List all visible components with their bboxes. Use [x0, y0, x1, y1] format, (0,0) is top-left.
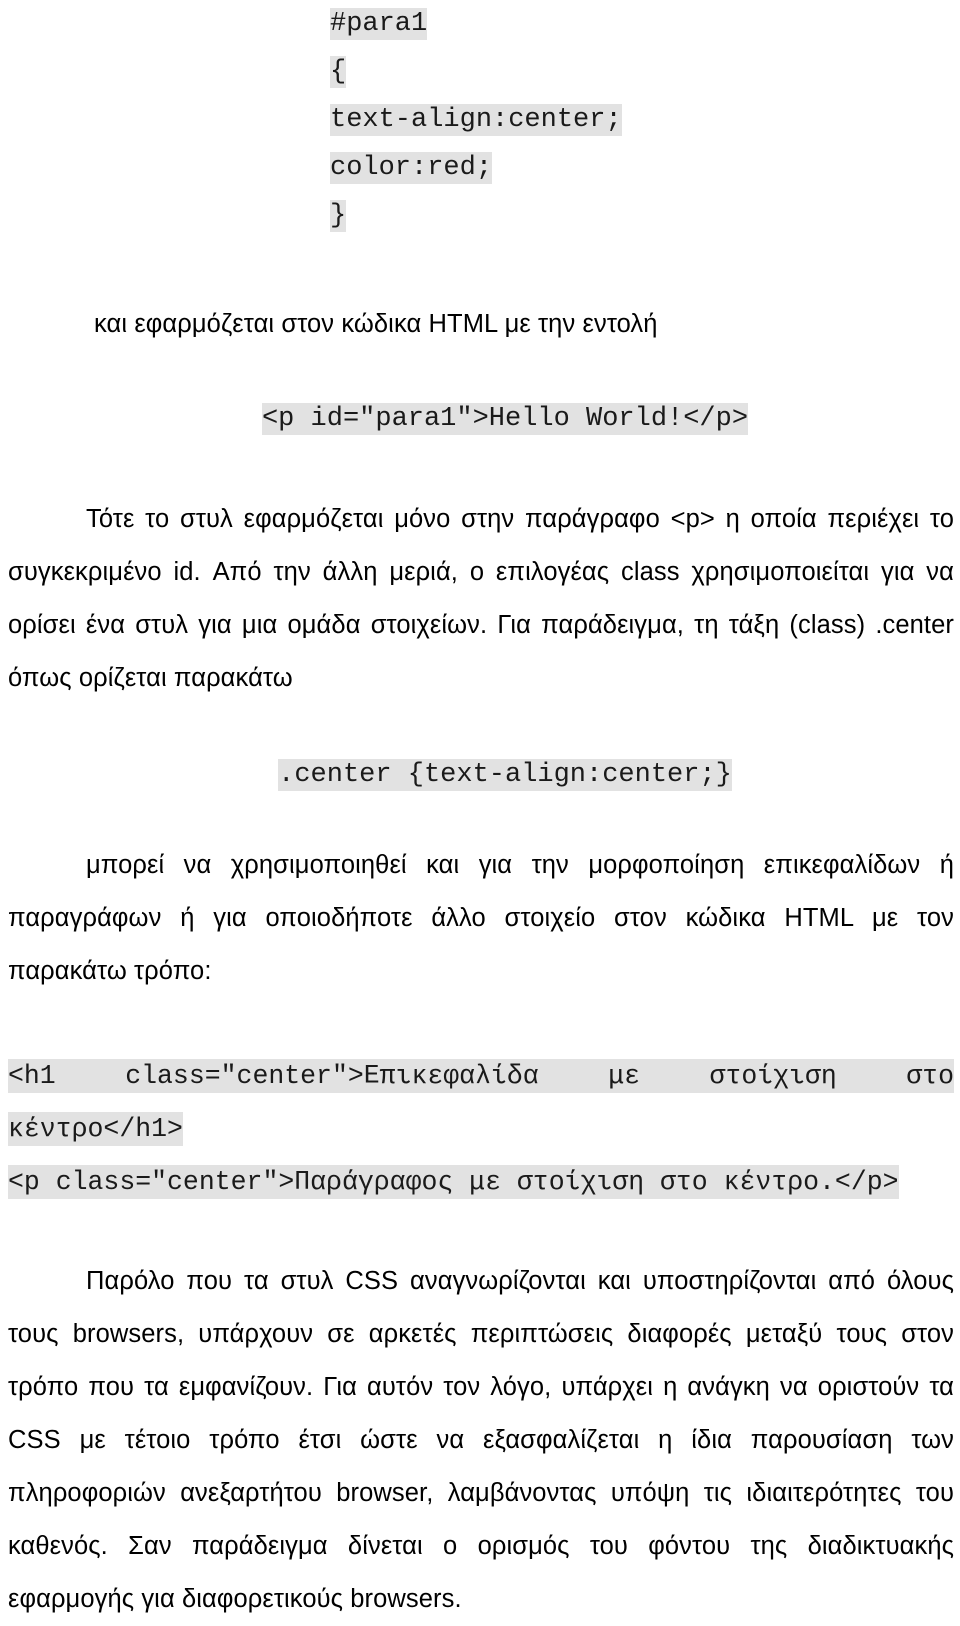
code-text: <p class="center">Παράγραφος με στοίχιση… — [8, 1165, 899, 1199]
css-rule-inline: .center {text-align:center;} — [278, 751, 732, 799]
code-line-selector: #para1 — [330, 0, 954, 48]
code-text: <h1 class="center">Επικεφαλίδα με στοίχι… — [8, 1059, 954, 1093]
paragraph-2: μπορεί να χρησιμοποιηθεί και για την μορ… — [8, 851, 954, 985]
code-line-open-brace: { — [330, 48, 954, 96]
css-rule-block: #para1 { text-align:center; color:red; } — [8, 0, 954, 240]
intro-line: και εφαρμόζεται στον κώδικα HTML με την … — [94, 310, 658, 338]
paragraph-3: Παρόλο που τα στυλ CSS αναγνωρίζονται κα… — [8, 1267, 954, 1613]
code-text: text-align:center; — [330, 104, 622, 136]
html-example-2-line-3: <p class="center">Παράγραφος με στοίχιση… — [8, 1156, 954, 1209]
html-example-2-line-2: κέντρο</h1> — [8, 1103, 954, 1156]
html-example-2-line-1: <h1 class="center">Επικεφαλίδα με στοίχι… — [8, 1050, 954, 1103]
document-page: #para1 { text-align:center; color:red; }… — [0, 0, 960, 1613]
code-line-color: color:red; — [330, 144, 954, 192]
html-example-1: <p id="para1">Hello World!</p> — [261, 395, 749, 443]
code-text: <p id="para1">Hello World!</p> — [261, 403, 749, 435]
code-text: } — [330, 200, 347, 232]
html-example-2-block: <h1 class="center">Επικεφαλίδα με στοίχι… — [8, 1050, 954, 1209]
code-line-close-brace: } — [330, 192, 954, 240]
code-text: .center {text-align:center;} — [278, 759, 732, 791]
intro-line-wrapper: και εφαρμόζεται στον κώδικα HTML με την … — [8, 298, 954, 351]
paragraph-1: Τότε το στυλ εφαρμόζεται μόνο στην παράγ… — [8, 505, 954, 692]
code-line-text-align: text-align:center; — [330, 96, 954, 144]
code-text: #para1 — [330, 8, 428, 40]
css-rule-inline-wrapper: .center {text-align:center;} — [8, 751, 954, 799]
code-text: κέντρο</h1> — [8, 1112, 183, 1146]
code-text: color:red; — [330, 152, 493, 184]
html-example-1-wrapper: <p id="para1">Hello World!</p> — [8, 395, 954, 443]
code-text: { — [330, 56, 347, 88]
